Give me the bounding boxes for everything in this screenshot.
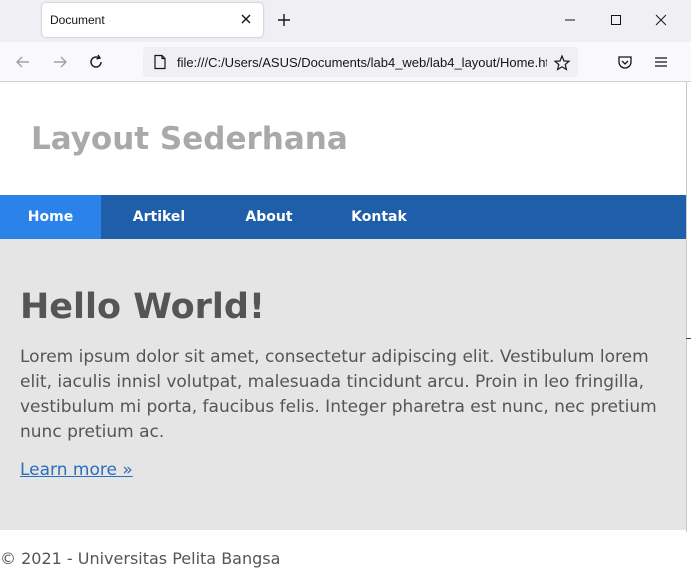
site-nav: Home Artikel About Kontak (0, 195, 686, 239)
nav-home[interactable]: Home (0, 195, 101, 239)
nav-artikel[interactable]: Artikel (115, 195, 203, 239)
forward-icon[interactable] (51, 53, 69, 71)
url-text[interactable]: file:///C:/Users/ASUS/Documents/lab4_web… (177, 55, 547, 70)
browser-tab[interactable]: Document (42, 3, 263, 37)
hero-section: Hello World! Lorem ipsum dolor sit amet,… (0, 239, 686, 530)
maximize-icon[interactable] (607, 11, 625, 29)
plus-icon[interactable] (275, 11, 293, 29)
site-header: Layout Sederhana (0, 83, 686, 195)
star-icon[interactable] (553, 54, 571, 72)
window-edge (686, 82, 687, 532)
browser-tab-strip: Document (0, 0, 691, 42)
window-close-icon[interactable] (652, 11, 670, 29)
hero-title: Hello World! (20, 287, 265, 327)
web-page: Layout Sederhana Home Artikel About Kont… (0, 83, 686, 586)
hero-text: Lorem ipsum dolor sit amet, consectetur … (20, 347, 657, 442)
scrollbar-mark (686, 338, 691, 339)
learn-more-link[interactable]: Learn more » (20, 460, 133, 480)
site-footer: © 2021 - Universitas Pelita Bangsa (0, 530, 686, 586)
close-icon[interactable] (237, 10, 255, 28)
site-title: Layout Sederhana (31, 121, 348, 157)
pocket-icon[interactable] (616, 53, 634, 71)
page-icon (154, 54, 166, 70)
reload-icon[interactable] (87, 53, 105, 71)
nav-kontak[interactable]: Kontak (334, 195, 424, 239)
tab-title: Document (50, 13, 105, 27)
back-icon[interactable] (14, 53, 32, 71)
menu-icon[interactable] (652, 53, 670, 71)
minimize-icon[interactable] (561, 11, 579, 29)
footer-text: © 2021 - Universitas Pelita Bangsa (0, 549, 281, 568)
url-bar[interactable]: file:///C:/Users/ASUS/Documents/lab4_web… (143, 47, 578, 77)
nav-about[interactable]: About (227, 195, 311, 239)
browser-toolbar: file:///C:/Users/ASUS/Documents/lab4_web… (0, 42, 691, 82)
